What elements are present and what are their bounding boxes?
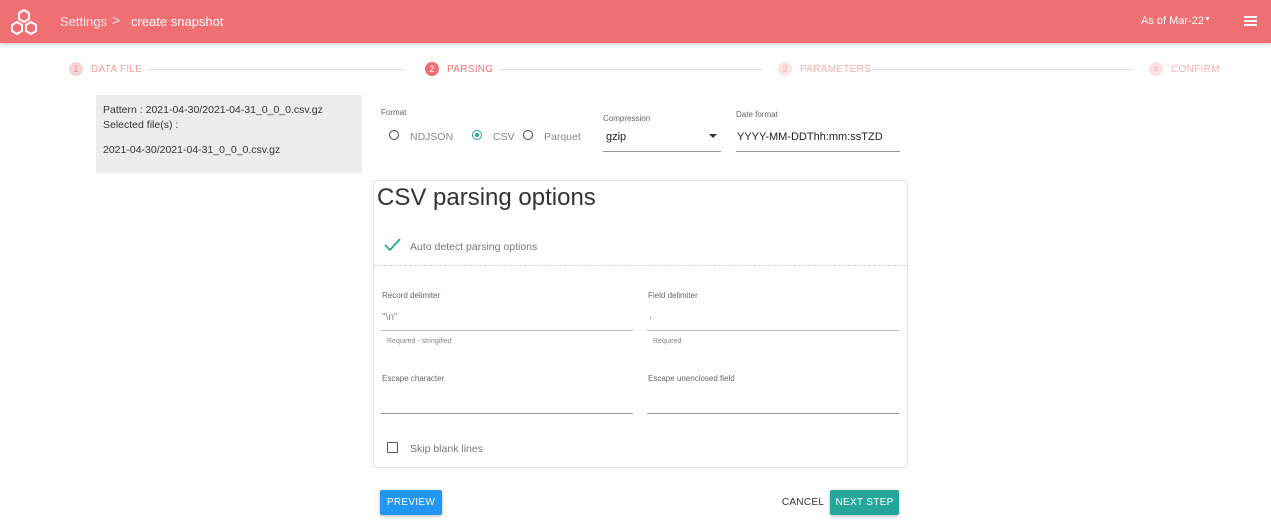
compression-underline bbox=[603, 151, 721, 152]
radio-parquet-label[interactable]: Parquet bbox=[544, 131, 581, 143]
csv-parsing-options-card bbox=[373, 180, 908, 468]
date-format-input[interactable]: YYYY-MM-DDThh:mm:ssTZD bbox=[737, 131, 883, 143]
selected-files-label: Selected file(s) : bbox=[103, 119, 179, 131]
step-connector bbox=[147, 69, 405, 70]
breadcrumb-settings-link[interactable]: Settings bbox=[60, 14, 107, 29]
dropdown-caret-icon[interactable] bbox=[709, 134, 717, 138]
step-number-badge: 3 bbox=[778, 62, 792, 76]
next-step-button[interactable]: NEXT STEP bbox=[830, 490, 899, 515]
date-format-label: Date format bbox=[736, 110, 778, 119]
step-number-badge: 1 bbox=[69, 62, 83, 76]
step-label: PARSING bbox=[447, 64, 494, 75]
escape-unenclosed-underline bbox=[647, 413, 899, 414]
step-connector bbox=[500, 69, 762, 70]
compression-label: Compression bbox=[603, 114, 651, 123]
field-delimiter-helper: Required bbox=[653, 338, 682, 345]
record-delimiter-label: Record delimiter bbox=[382, 291, 441, 300]
escape-unenclosed-label: Escape unenclosed field bbox=[648, 374, 735, 383]
step-connector bbox=[872, 69, 1134, 70]
step-number-badge: 2 bbox=[425, 62, 439, 76]
step-number-badge: 4 bbox=[1149, 62, 1163, 76]
step-label: DATA FILE bbox=[91, 64, 143, 75]
radio-ndjson-label[interactable]: NDJSON bbox=[410, 131, 453, 143]
cancel-button[interactable]: CANCEL bbox=[780, 490, 826, 515]
compression-select[interactable]: gzip bbox=[606, 131, 626, 143]
pattern-text: Pattern : 2021-04-30/2021-04-31_0_0_0.cs… bbox=[103, 104, 323, 116]
preview-button[interactable]: PREVIEW bbox=[380, 490, 442, 515]
hamburger-menu-icon[interactable] bbox=[1244, 16, 1257, 27]
as-of-date-selector[interactable]: As of Mar-22 bbox=[1141, 15, 1204, 27]
hexagon-cluster-logo-icon[interactable] bbox=[9, 9, 39, 36]
step-label: CONFIRM bbox=[1171, 64, 1220, 75]
top-app-bar: Settings > create snapshot As of Mar-22 … bbox=[0, 0, 1271, 43]
skip-blank-lines-label[interactable]: Skip blank lines bbox=[410, 443, 483, 455]
skip-blank-lines-checkbox[interactable] bbox=[387, 442, 398, 453]
radio-csv-label[interactable]: CSV bbox=[493, 131, 515, 143]
selected-file-name: 2021-04-30/2021-04-31_0_0_0.csv.gz bbox=[103, 144, 281, 156]
radio-parquet[interactable] bbox=[523, 130, 533, 140]
step-label: PARAMETERS bbox=[800, 64, 872, 75]
record-delimiter-input[interactable]: "\n" bbox=[382, 312, 397, 323]
field-delimiter-label: Field delimiter bbox=[648, 291, 698, 300]
radio-ndjson[interactable] bbox=[389, 130, 399, 140]
escape-character-underline bbox=[381, 413, 633, 414]
auto-detect-label[interactable]: Auto detect parsing options bbox=[410, 241, 537, 253]
record-delimiter-underline bbox=[381, 330, 633, 331]
field-delimiter-underline bbox=[647, 330, 899, 331]
format-label: Format bbox=[381, 108, 407, 117]
card-title: CSV parsing options bbox=[377, 184, 596, 211]
breadcrumb-current-page: create snapshot bbox=[131, 14, 224, 29]
section-divider bbox=[374, 265, 906, 266]
breadcrumb-separator-icon: > bbox=[112, 12, 121, 28]
record-delimiter-helper: Required - stringified bbox=[387, 338, 452, 345]
checkmark-icon[interactable] bbox=[384, 238, 401, 252]
radio-csv[interactable] bbox=[472, 130, 482, 140]
escape-character-label: Escape character bbox=[382, 374, 445, 383]
date-format-underline bbox=[736, 151, 900, 152]
field-delimiter-input[interactable]: , bbox=[649, 310, 652, 321]
caret-down-icon[interactable]: ▼ bbox=[1204, 16, 1211, 23]
file-info-panel: Pattern : 2021-04-30/2021-04-31_0_0_0.cs… bbox=[96, 95, 362, 173]
